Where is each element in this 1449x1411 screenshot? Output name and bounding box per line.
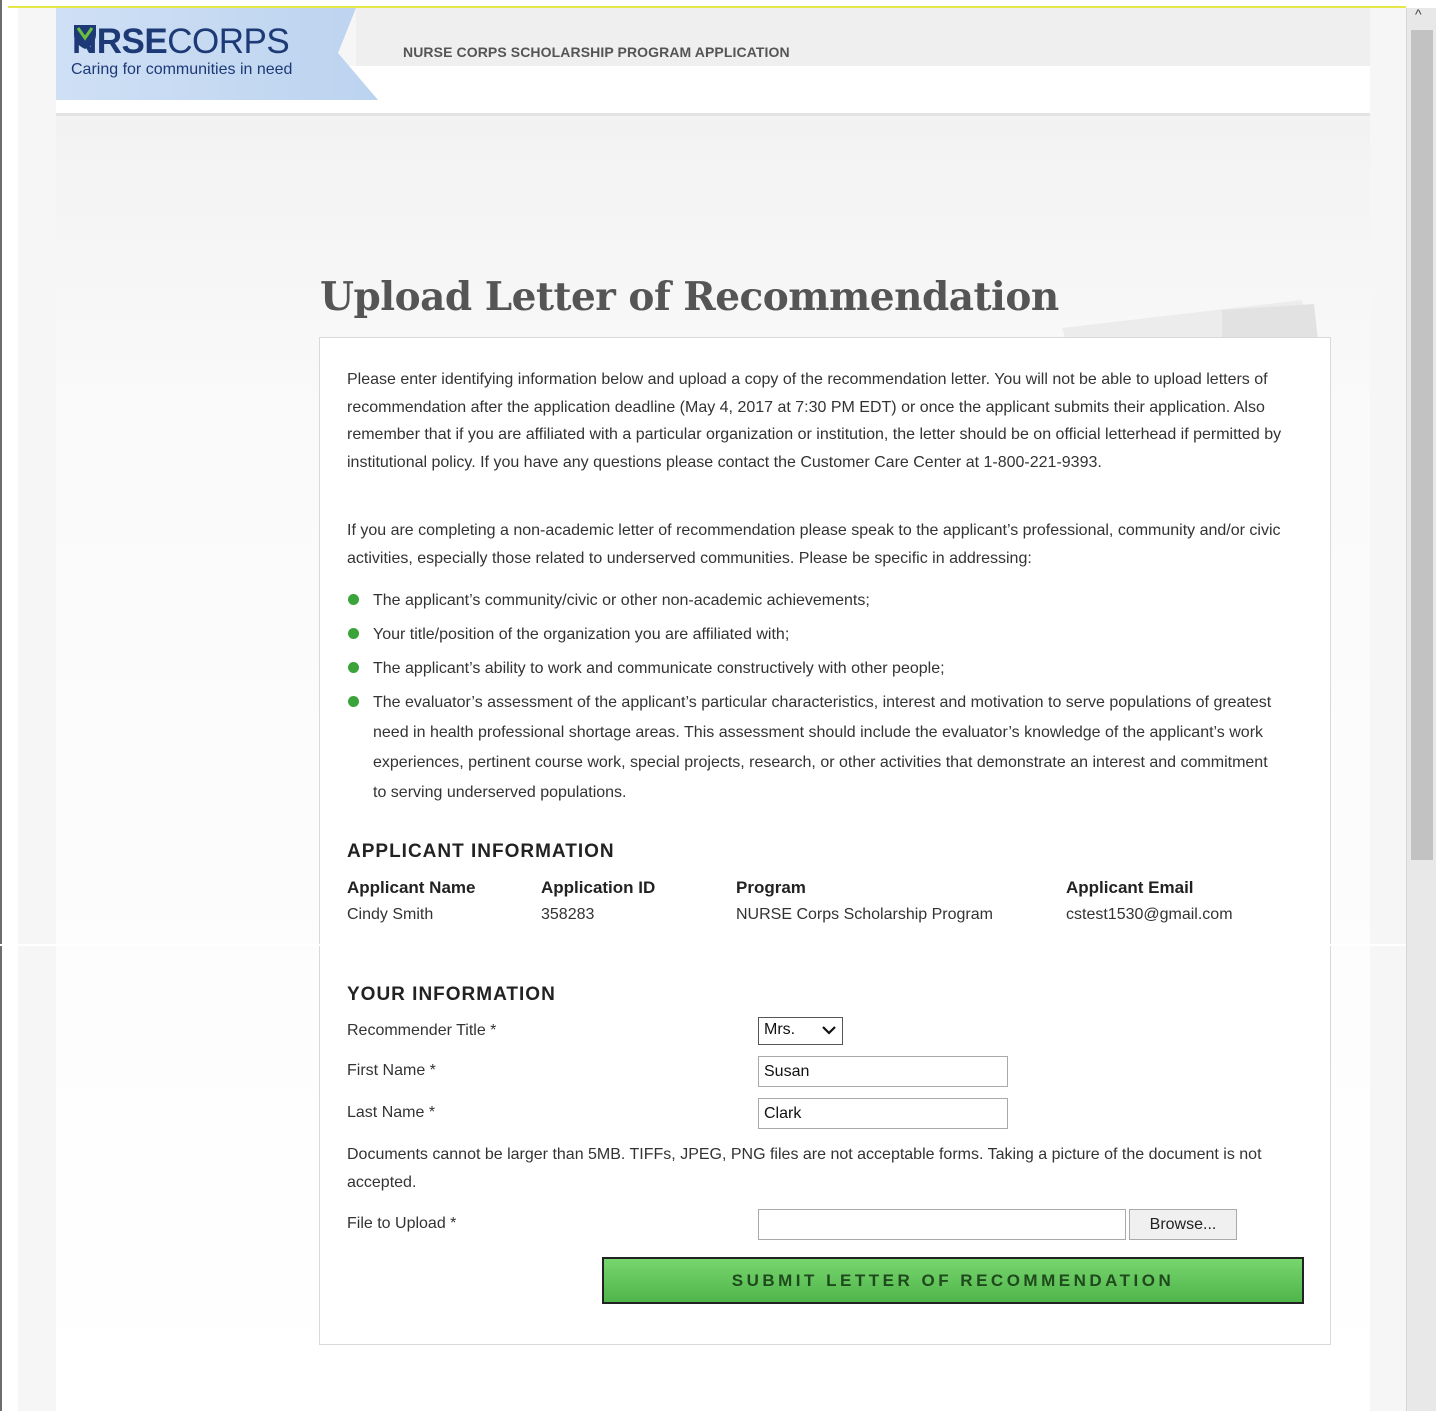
bullet-dot-icon <box>348 662 359 673</box>
logo-tagline: Caring for communities in need <box>71 61 293 78</box>
applicant-info-heading: APPLICANT INFORMATION <box>347 841 615 862</box>
last-name-field[interactable]: Clark <box>758 1098 1008 1129</box>
file-upload-label: File to Upload * <box>347 1215 457 1232</box>
list-item: The evaluator’s assessment of the applic… <box>347 688 1277 808</box>
list-item: The applicant’s community/civic or other… <box>347 586 1277 616</box>
screenshot-seam <box>0 944 1449 946</box>
list-item: Your title/position of the organization … <box>347 620 1277 650</box>
shield-icon <box>74 25 96 49</box>
applicant-email-value: cstest1530@gmail.com <box>1066 906 1233 923</box>
header-title: NURSE CORPS SCHOLARSHIP PROGRAM APPLICAT… <box>403 44 790 60</box>
application-id-header: Application ID <box>541 878 656 897</box>
bullet-dot-icon <box>348 696 359 707</box>
program-header: Program <box>736 878 806 897</box>
recommender-title-value: Mrs. <box>764 1021 796 1038</box>
intro-paragraph: Please enter identifying information bel… <box>347 371 1282 471</box>
chevron-down-icon <box>822 1026 836 1035</box>
last-name-label: Last Name * <box>347 1104 436 1121</box>
paper-stack-decoration <box>1062 300 1318 340</box>
vertical-scrollbar[interactable]: ^ <box>1406 6 1436 1411</box>
first-name-label: First Name * <box>347 1062 436 1079</box>
bullet-dot-icon <box>348 594 359 605</box>
list-item: The applicant’s ability to work and comm… <box>347 654 1277 684</box>
scroll-up-icon[interactable]: ^ <box>1415 6 1422 22</box>
non-academic-paragraph: If you are completing a non-academic let… <box>347 522 1281 567</box>
program-value: NURSE Corps Scholarship Program <box>736 906 993 923</box>
nurse-corps-logo[interactable]: NRSECORPS Caring for communities in need <box>56 8 378 100</box>
documents-note: Documents cannot be larger than 5MB. TIF… <box>347 1146 1262 1191</box>
window-right-edge <box>1436 0 1449 1411</box>
browse-button[interactable]: Browse... <box>1129 1209 1237 1240</box>
first-name-field[interactable]: Susan <box>758 1056 1008 1087</box>
logo-wordmark: NRSECORPS <box>72 22 290 62</box>
applicant-email-header: Applicant Email <box>1066 878 1194 897</box>
application-id-value: 358283 <box>541 906 595 923</box>
window-left-border <box>0 0 5 1411</box>
top-highlight-line <box>8 6 1406 8</box>
page-title: Upload Letter of Recommendation <box>320 274 1059 320</box>
scrollbar-thumb[interactable] <box>1411 30 1433 860</box>
applicant-name-header: Applicant Name <box>347 878 476 897</box>
applicant-name-value: Cindy Smith <box>347 906 434 923</box>
recommender-title-select[interactable]: Mrs. <box>758 1017 843 1045</box>
your-info-heading: YOUR INFORMATION <box>347 984 556 1005</box>
bullet-dot-icon <box>348 628 359 639</box>
recommender-title-label: Recommender Title * <box>347 1022 497 1039</box>
file-upload-field[interactable] <box>758 1209 1126 1240</box>
submit-letter-button[interactable]: SUBMIT LETTER OF RECOMMENDATION <box>602 1257 1304 1304</box>
